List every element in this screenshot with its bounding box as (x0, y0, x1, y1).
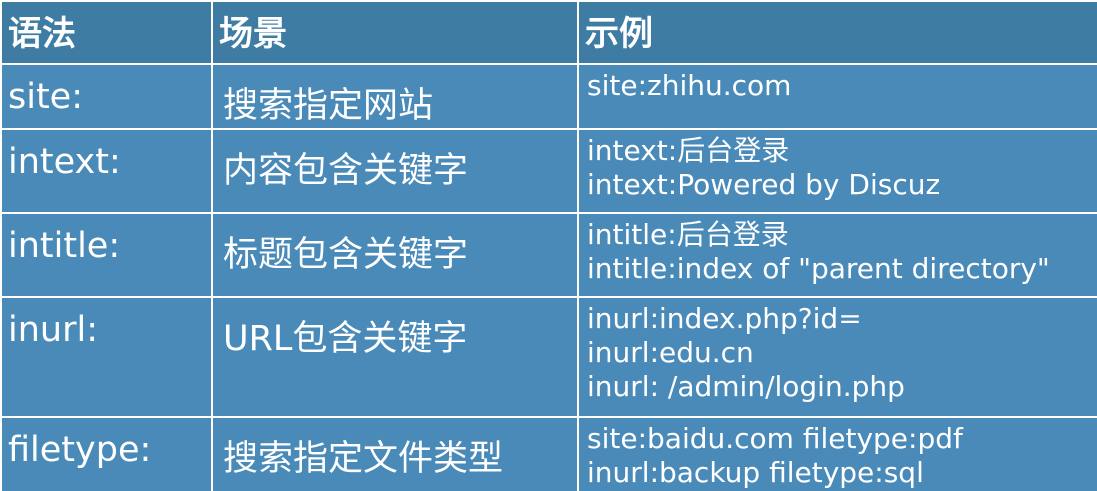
table-row-inurl: inurl: URL包含关键字 inurl:index.php?id= inur… (0, 296, 1097, 418)
table-row-intitle: intitle: 标题包含关键字 intitle:后台登录 intitle:in… (0, 212, 1097, 298)
example-line: intitle:后台登录 (587, 218, 789, 251)
search-syntax-table: 语法 场景 示例 site: 搜索指定网站 site:zhihu.com int… (0, 0, 1097, 491)
scene-cell: 内容包含关键字 (211, 128, 579, 214)
scene-cell: 标题包含关键字 (211, 212, 579, 298)
header-syntax: 语法 (0, 0, 213, 65)
syntax-cell: intext: (0, 128, 213, 214)
example-line: inurl:edu.cn (587, 336, 754, 369)
table-row-site: site: 搜索指定网站 site:zhihu.com (0, 63, 1097, 130)
example-line: site:zhihu.com (587, 69, 792, 102)
example-cell: site:baidu.com filetype:pdf inurl:backup… (577, 416, 1097, 491)
scene-cell: 搜索指定网站 (211, 63, 579, 130)
scene-cell: URL包含关键字 (211, 296, 579, 418)
example-line: intext:后台登录 (587, 134, 790, 167)
example-line: inurl:index.php?id= (587, 302, 862, 335)
example-line: inurl: /admin/login.php (587, 370, 905, 403)
example-line: site:baidu.com filetype:pdf (587, 422, 963, 455)
header-scene: 场景 (211, 0, 579, 65)
example-line: intext:Powered by Discuz (587, 168, 941, 201)
example-cell: site:zhihu.com (577, 63, 1097, 130)
table-row-filetype: filetype: 搜索指定文件类型 site:baidu.com filety… (0, 416, 1097, 491)
syntax-cell: filetype: (0, 416, 213, 491)
syntax-cell: intitle: (0, 212, 213, 298)
header-example: 示例 (577, 0, 1097, 65)
example-cell: inurl:index.php?id= inurl:edu.cn inurl: … (577, 296, 1097, 418)
table-row-intext: intext: 内容包含关键字 intext:后台登录 intext:Power… (0, 128, 1097, 214)
example-line: inurl:backup filetype:sql (587, 456, 924, 489)
example-cell: intitle:后台登录 intitle:index of "parent di… (577, 212, 1097, 298)
header-row: 语法 场景 示例 (0, 0, 1097, 65)
example-cell: intext:后台登录 intext:Powered by Discuz (577, 128, 1097, 214)
example-line: intitle:index of "parent directory" (587, 252, 1050, 285)
scene-cell: 搜索指定文件类型 (211, 416, 579, 491)
syntax-cell: site: (0, 63, 213, 130)
syntax-cell: inurl: (0, 296, 213, 418)
